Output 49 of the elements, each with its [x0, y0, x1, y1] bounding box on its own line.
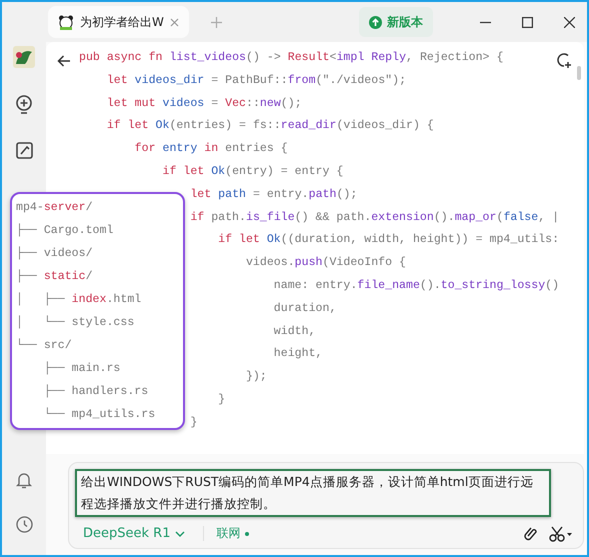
web-search-toggle[interactable]: 联网	[216, 525, 250, 542]
code-line: if let Ok(entries) = fs::read_dir(videos_dir) {	[106, 118, 434, 134]
tree-line: ├── Cargo.toml	[16, 222, 114, 239]
code-line: name: entry.file_name().to_string_lossy()	[274, 278, 560, 294]
code-line: let mut videos = Vec::new();	[106, 96, 302, 112]
tree-line: │ ├── index.html	[16, 291, 142, 308]
code-line: height,	[274, 346, 322, 362]
new-chat-icon[interactable]	[557, 53, 572, 68]
scissors-icon[interactable]	[549, 526, 573, 542]
tree-line: ├── handlers.rs	[42, 383, 148, 400]
tree-line: mp4-server/	[16, 200, 93, 216]
prompt-text: 给出WINDOWS下RUST编码的简单MP4点播服务器，设计简单html页面进行远程选择播放文件并进行播放控制。	[75, 469, 551, 517]
upload-icon	[369, 16, 382, 28]
code-line: });	[246, 369, 267, 386]
code-line: duration,	[274, 300, 336, 317]
chevron-icon	[175, 530, 186, 536]
code-line: width,	[274, 324, 316, 340]
edit-icon[interactable]	[16, 142, 32, 159]
tree-line: ├── main.rs	[42, 360, 120, 377]
chat-tab[interactable]: 为初学者给出W	[48, 6, 189, 38]
code-line: pub async fn list_videos() -> Result<impl Reply, Rejection> {	[79, 50, 504, 66]
tree-line: └── mp4_utils.rs	[42, 406, 156, 423]
code-line: let path = entry.path();	[190, 186, 358, 203]
avatar-icon[interactable]	[13, 46, 35, 68]
paperclip-icon[interactable]	[524, 526, 537, 542]
scrollbar[interactable]	[577, 66, 581, 80]
close-icon[interactable]	[564, 16, 575, 28]
code-line: let videos_dir = PathBuf::from("./videos");	[106, 72, 406, 89]
clock-icon[interactable]	[16, 516, 32, 533]
code-line: for entry in entries {	[134, 141, 288, 158]
update-button[interactable]: 新版本	[359, 7, 433, 37]
back-arrow-icon[interactable]	[57, 55, 70, 67]
panda-icon	[58, 14, 74, 30]
maximize-icon[interactable]	[522, 16, 533, 28]
tree-line: └── src/	[16, 337, 72, 354]
code-line: if let Ok(entry) = entry {	[162, 164, 344, 180]
model-dropdown[interactable]: DeepSeek R1	[83, 526, 204, 541]
tab-title: 为初学者给出W	[80, 14, 164, 30]
code-line: videos.push(VideoInfo {	[246, 255, 406, 272]
bell-icon[interactable]	[16, 471, 32, 489]
status-dot	[245, 532, 250, 536]
code-line: if path.is_file() && path.extension().map_or(false, |	[190, 210, 560, 226]
prompt-box[interactable]: 给出WINDOWS下RUST编码的简单MP4点播服务器，设计简单html页面进行远程选择播放文件并进行播放控制。 DeepSeek R1 联网	[68, 462, 584, 549]
code-line: }	[190, 414, 198, 431]
code-line: }	[218, 392, 226, 408]
tree-line: ├── videos/	[16, 245, 93, 262]
tree-line: ├── static/	[16, 268, 93, 285]
code-line: if let Ok((duration, width, height)) = mp4_utils:	[218, 232, 560, 248]
tree-line: │ └── style.css	[16, 314, 134, 331]
